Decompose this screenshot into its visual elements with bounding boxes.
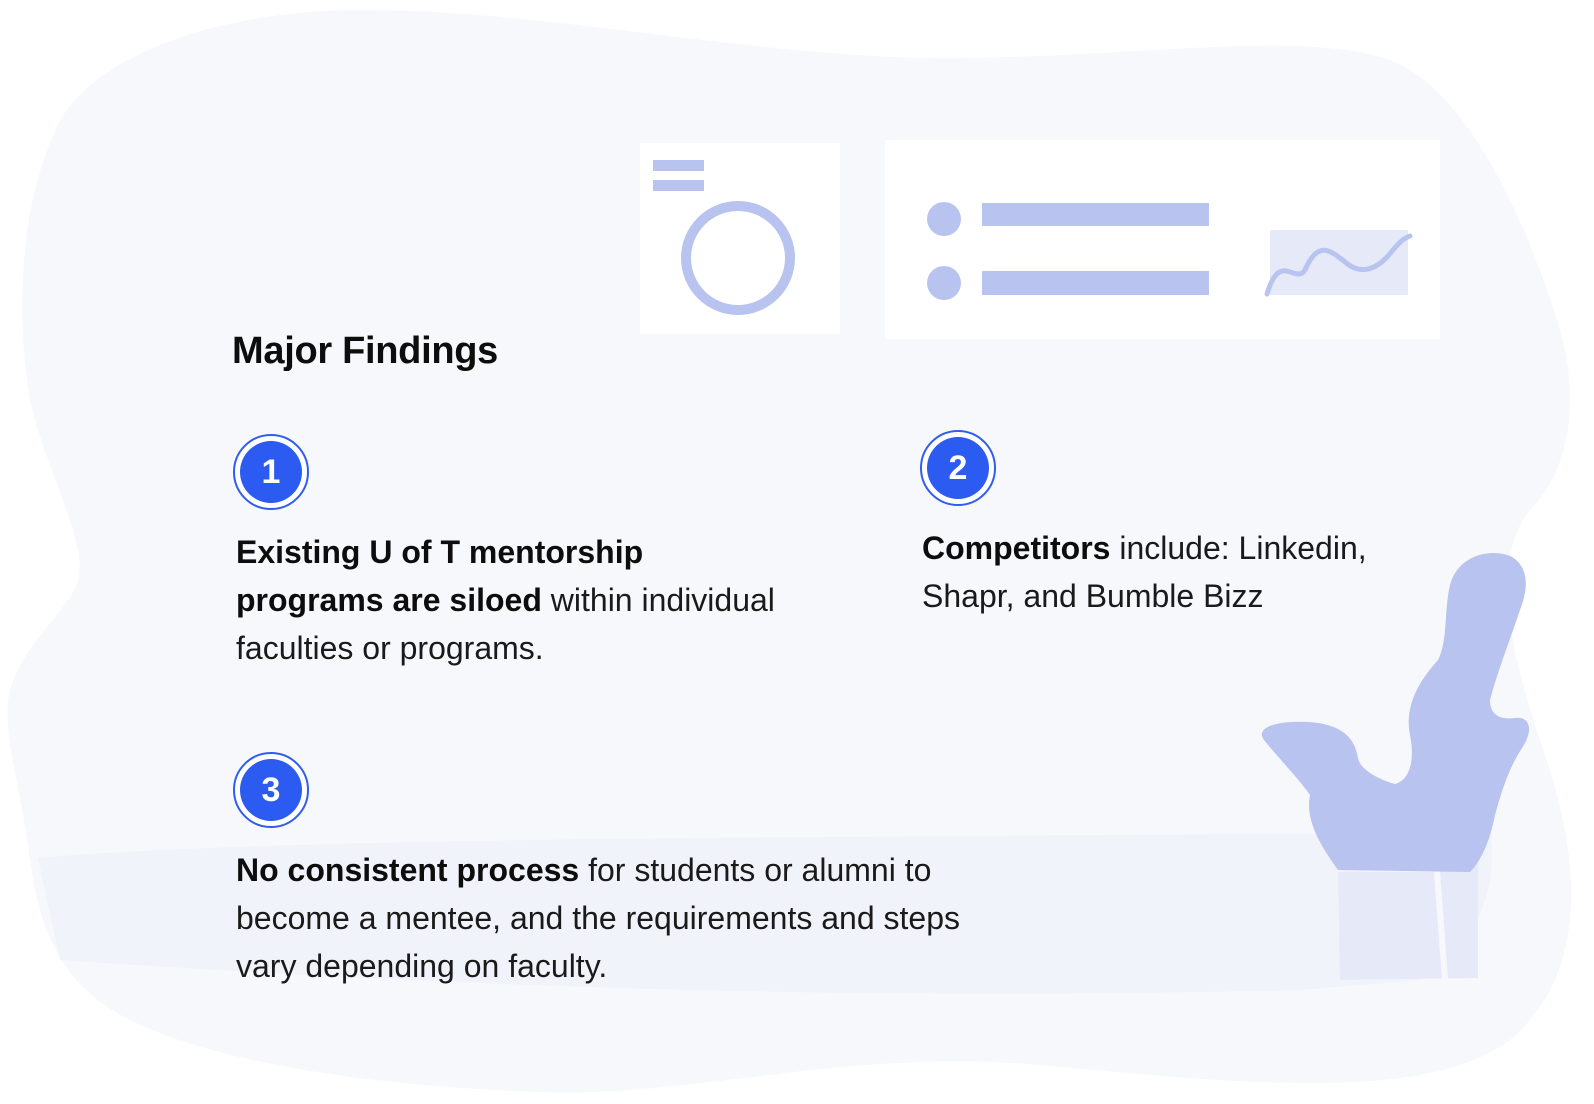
finding-number-badge-3: 3 <box>233 752 309 828</box>
finding-text-3: No consistent process for students or al… <box>236 846 1016 990</box>
finding-number-3: 3 <box>240 759 302 821</box>
finding-highlight-3: No consistent process <box>236 852 580 888</box>
list-chart-card-icon <box>885 140 1440 339</box>
finding-text-1: Existing U of T mentorship programs are … <box>236 528 796 672</box>
finding-number-1: 1 <box>240 441 302 503</box>
page-title: Major Findings <box>232 330 499 372</box>
avatar-card-icon <box>640 143 840 334</box>
findings-slide: Major Findings 1 Existing U of T mentors… <box>0 0 1594 1104</box>
finding-text-2: Competitors include: Linkedin, Shapr, an… <box>922 524 1442 620</box>
finding-number-2: 2 <box>927 437 989 499</box>
finding-number-badge-1: 1 <box>233 434 309 510</box>
finding-number-badge-2: 2 <box>920 430 996 506</box>
finding-highlight-2: Competitors <box>922 530 1111 566</box>
